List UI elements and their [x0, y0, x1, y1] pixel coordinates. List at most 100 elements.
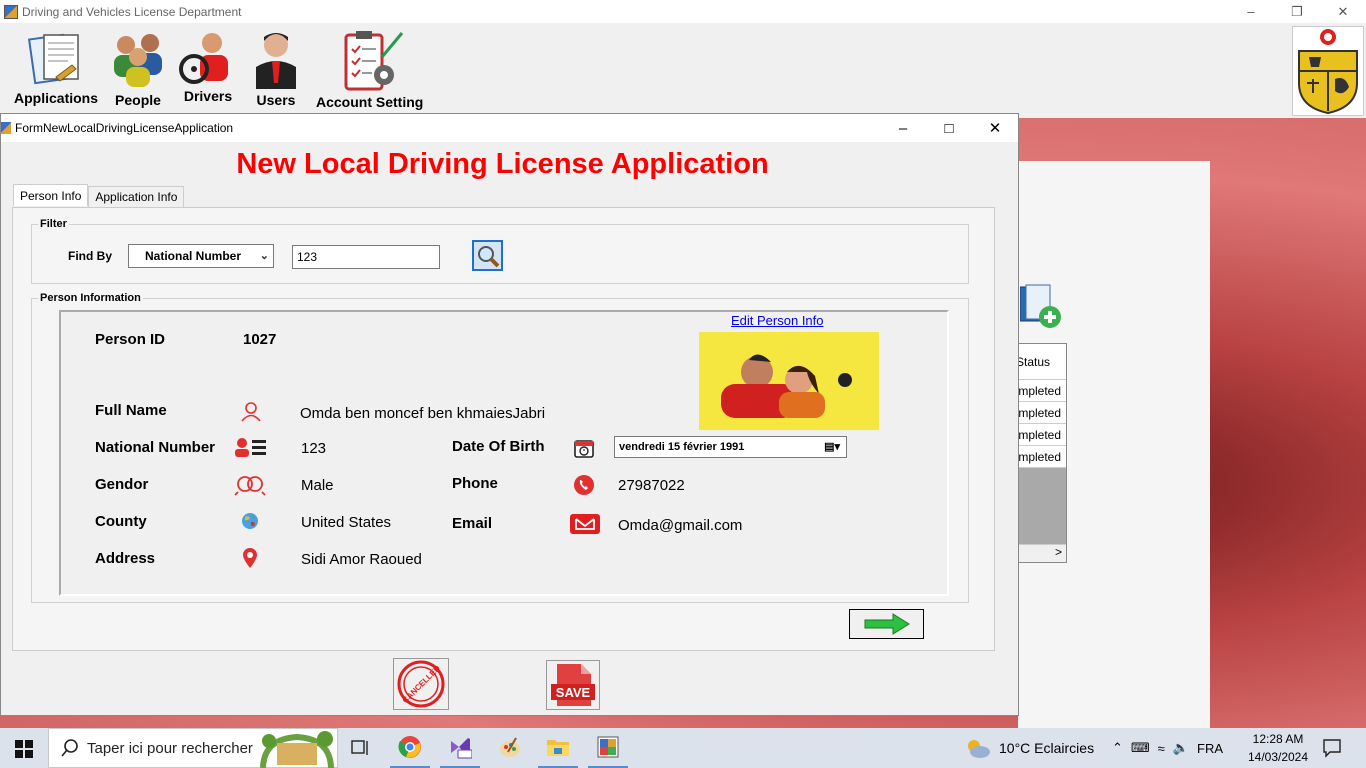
drivers-icon: [179, 33, 228, 84]
grid-cell[interactable]: Completed: [1019, 424, 1066, 446]
person-id-label: Person ID: [95, 331, 166, 348]
edit-person-info-link[interactable]: Edit Person Info: [731, 313, 824, 328]
folder-icon: [547, 740, 569, 756]
taskbar: Taper ici pour rechercher 10°C Eclaircie…: [0, 728, 1366, 768]
taskbar-search-box[interactable]: Taper ici pour rechercher: [48, 728, 338, 768]
grid-cell[interactable]: Completed: [1019, 402, 1066, 424]
menu-people[interactable]: People: [108, 27, 168, 108]
volume-icon[interactable]: 🔈: [1173, 740, 1189, 756]
arrow-right-icon: [864, 613, 910, 635]
weather-text: 10°C Eclaircies: [999, 740, 1095, 756]
add-application-icon[interactable]: [1020, 283, 1064, 329]
app-icon: [4, 4, 18, 19]
task-view-button[interactable]: [340, 728, 380, 768]
taskbar-chrome[interactable]: [390, 728, 430, 768]
people-icon: [114, 34, 162, 87]
dialog-titlebar: FormNewLocalDrivingLicenseApplication – …: [1, 114, 1018, 142]
main-window-title: Driving and Vehicles License Department: [22, 4, 242, 19]
clock-time: 12:28 AM: [1252, 732, 1304, 746]
location-pin-icon: [243, 548, 257, 568]
menu-users[interactable]: Users: [250, 27, 302, 108]
chevron-up-icon[interactable]: ⌃: [1112, 740, 1123, 756]
menu-account-setting-label: Account Setting: [316, 94, 424, 110]
national-number-value: 123: [301, 440, 327, 457]
save-label: SAVE: [556, 685, 591, 700]
minimize-icon[interactable]: –: [1228, 0, 1274, 23]
new-local-license-dialog: FormNewLocalDrivingLicenseApplication – …: [0, 113, 1019, 716]
cancel-button[interactable]: CANCELLED: [393, 658, 449, 710]
paint-icon: [500, 737, 520, 757]
menu-applications-label: Applications: [14, 90, 99, 106]
task-view-icon: [351, 740, 368, 755]
input-method-icon[interactable]: ⌨: [1131, 740, 1150, 756]
clock-date: 14/03/2024: [1247, 750, 1309, 764]
find-by-select[interactable]: National Number ⌄: [128, 244, 274, 268]
horizontal-scrollbar[interactable]: >: [1019, 544, 1066, 562]
calendar-icon: [574, 440, 594, 458]
taskbar-clock[interactable]: 12:28 AM 14/03/2024: [1245, 730, 1311, 766]
menu-drivers[interactable]: Drivers: [178, 27, 238, 104]
address-label: Address: [95, 550, 156, 567]
taskbar-dvld-app[interactable]: [588, 728, 628, 768]
restore-icon[interactable]: ❐: [1274, 0, 1320, 23]
dialog-maximize-icon[interactable]: □: [926, 114, 972, 142]
id-card-icon: [235, 438, 266, 457]
person-information-legend: Person Information: [40, 292, 141, 304]
full-name-value: Omda ben moncef ben khmaiesJabri: [300, 405, 546, 422]
system-tray: ⌃ ⌨ ≈ 🔈 FRA: [1112, 728, 1223, 768]
gender-label: Gendor: [95, 476, 149, 493]
wifi-icon[interactable]: ≈: [1158, 741, 1165, 756]
calendar-dropdown-icon: ▤▾: [824, 441, 840, 453]
tab-application-info[interactable]: Application Info: [88, 186, 185, 207]
person-id-value: 1027: [243, 331, 277, 348]
filter-legend: Filter: [40, 218, 67, 230]
date-of-birth-label: Date Of Birth: [452, 438, 545, 455]
notification-icon[interactable]: [1322, 738, 1342, 758]
email-label: Email: [452, 515, 493, 532]
menu-users-label: Users: [256, 92, 296, 108]
person-icon: [241, 402, 261, 422]
dialog-app-icon: [1, 122, 11, 134]
dialog-heading: New Local Driving License Application: [236, 148, 769, 180]
full-name-label: Full Name: [95, 402, 167, 419]
dialog-title: FormNewLocalDrivingLicenseApplication: [15, 121, 234, 135]
search-icon: [61, 739, 78, 757]
grid-cell[interactable]: Completed: [1019, 380, 1066, 402]
chevron-down-icon: ⌄: [259, 250, 269, 262]
date-of-birth-picker[interactable]: vendredi 15 février 1991 ▤▾: [614, 436, 847, 458]
next-button[interactable]: [849, 609, 924, 639]
coat-of-arms-logo: [1292, 26, 1364, 116]
envelope-icon: [570, 514, 600, 534]
find-by-value: National Number: [145, 249, 242, 263]
globe-icon: [242, 513, 258, 529]
save-button[interactable]: SAVE: [546, 660, 600, 710]
phone-icon: [574, 475, 594, 495]
menu-account-setting[interactable]: Account Setting: [316, 27, 423, 110]
dialog-minimize-icon[interactable]: –: [880, 114, 926, 142]
menu-applications[interactable]: Applications: [14, 27, 98, 106]
taskbar-paint[interactable]: [490, 728, 530, 768]
taskbar-file-explorer[interactable]: [538, 728, 578, 768]
menu-people-label: People: [115, 92, 161, 108]
email-value: Omda@gmail.com: [618, 517, 743, 534]
main-titlebar: Driving and Vehicles License Department …: [0, 0, 1366, 23]
applications-icon: [27, 33, 79, 85]
tab-person-info[interactable]: Person Info: [13, 184, 89, 206]
search-highlight-icon: [260, 731, 334, 768]
country-value: United States: [301, 514, 392, 531]
main-menubar: Applications People Drivers Users Accoun…: [0, 23, 1366, 118]
windows-start-icon[interactable]: [15, 740, 33, 758]
gender-value: Male: [301, 477, 334, 494]
taskbar-weather[interactable]: 10°C Eclaircies: [965, 728, 1094, 768]
taskbar-visual-studio[interactable]: [440, 728, 480, 768]
menu-drivers-label: Drivers: [183, 88, 233, 104]
language-indicator[interactable]: FRA: [1197, 741, 1223, 756]
address-value: Sidi Amor Raoued: [301, 551, 422, 568]
search-input[interactable]: 123: [292, 245, 440, 269]
find-by-label: Find By: [68, 249, 112, 263]
close-icon[interactable]: ✕: [1320, 0, 1366, 23]
dialog-close-icon[interactable]: ✕: [972, 114, 1018, 142]
grid-cell[interactable]: Completed: [1019, 446, 1066, 468]
dvld-app-icon: [597, 736, 619, 758]
search-button[interactable]: [472, 240, 503, 271]
